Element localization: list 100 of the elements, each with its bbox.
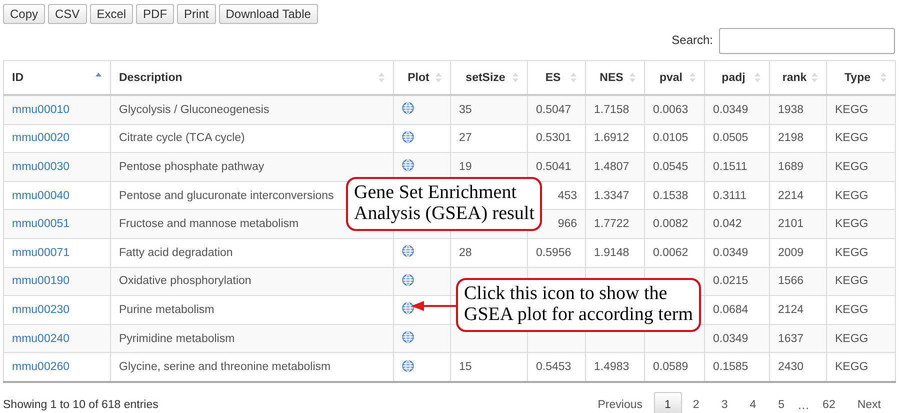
table-cell: 453 [558, 190, 577, 202]
table-cell: 1.7158 [594, 104, 630, 116]
page-link[interactable]: 5 [767, 392, 796, 413]
table-cell: KEGG [835, 190, 868, 202]
table-cell: 2101 [778, 218, 804, 230]
globe-icon[interactable] [402, 360, 414, 372]
export-button[interactable]: Copy [3, 4, 46, 24]
table-cell: Oxidative phosphorylation [119, 275, 252, 288]
column-header[interactable]: NES [600, 72, 624, 84]
table-cell: KEGG [835, 246, 868, 259]
table-cell: Purine metabolism [119, 304, 214, 316]
table-cell: 19 [459, 160, 472, 173]
table-cell: Pentose phosphate pathway [119, 160, 264, 173]
table-cell: Fructose and mannose metabolism [119, 218, 299, 230]
column-header[interactable]: pval [659, 72, 682, 84]
column-header[interactable]: Description [119, 72, 182, 84]
globe-icon[interactable] [402, 274, 414, 286]
table-cell: 2124 [778, 304, 804, 316]
table-cell: 1689 [778, 160, 804, 173]
export-button[interactable]: Download Table [218, 4, 318, 24]
table-cell: 1.9148 [594, 246, 630, 259]
page-link[interactable]: 4 [738, 392, 768, 413]
table-cell: 0.0062 [653, 246, 688, 259]
globe-icon[interactable] [402, 130, 414, 143]
sort-icon[interactable] [754, 72, 761, 83]
table-cell: KEGG [835, 104, 868, 116]
table-cell: Fatty acid degradation [119, 246, 233, 259]
table-cell: KEGG [835, 218, 868, 230]
globe-icon[interactable] [402, 331, 414, 344]
table-cell: 0.0349 [713, 246, 748, 259]
table-cell: 0.0589 [653, 361, 688, 374]
arrow [411, 301, 457, 311]
column-header[interactable]: Plot [408, 72, 430, 84]
export-button[interactable]: PDF [136, 4, 174, 24]
sort-icon[interactable] [688, 72, 696, 83]
table-cell: 0.0215 [713, 275, 748, 288]
sort-icon[interactable] [880, 72, 887, 83]
column-header[interactable]: ID [12, 72, 24, 84]
table-cell: 0.0349 [713, 332, 748, 345]
column-header[interactable]: ES [545, 72, 561, 84]
table-cell: 1.6912 [594, 132, 630, 144]
export-button[interactable]: CSV [48, 4, 87, 24]
table-cell: Glycine, serine and threonine metabolism [119, 361, 331, 374]
table-cell: 0.5301 [536, 132, 572, 144]
page-nav-link[interactable]: Next [846, 392, 892, 413]
globe-icon[interactable] [402, 159, 414, 172]
ellipsis: … [796, 398, 811, 412]
table-cell: 1.3347 [594, 190, 630, 202]
entries-info: Showing 1 to 10 of 618 entries [3, 398, 158, 411]
sort-icon[interactable] [512, 72, 519, 83]
table-cell: 28 [459, 246, 472, 259]
table-cell: 2430 [778, 361, 804, 374]
table-cell: 2009 [778, 246, 804, 259]
table-cell: 15 [459, 361, 472, 374]
sort-icon[interactable] [570, 72, 577, 83]
sort-icon[interactable] [629, 72, 636, 83]
table-cell: KEGG [835, 132, 868, 144]
globe-icon[interactable] [402, 245, 414, 258]
table-cell: 0.1511 [713, 160, 748, 173]
table-cell: 27 [459, 132, 472, 144]
table-cell: 0.0545 [653, 160, 688, 173]
column-header[interactable]: Type [844, 72, 870, 84]
callout: Gene Set Enrichment Analysis (GSEA) result [346, 177, 542, 231]
page-link[interactable]: 62 [812, 392, 846, 413]
column-header[interactable]: rank [782, 72, 807, 84]
table-cell: 0.0082 [653, 218, 688, 230]
table-cell: 1637 [778, 332, 804, 345]
sort-icon[interactable] [434, 72, 442, 83]
page-link[interactable]: 3 [710, 392, 739, 413]
sort-icon[interactable] [810, 72, 818, 83]
export-button[interactable]: Print [177, 4, 216, 24]
table-cell: 0.3111 [713, 190, 746, 202]
column-header[interactable]: setSize [466, 72, 506, 84]
table-cell: KEGG [835, 332, 868, 345]
page-link[interactable]: 2 [682, 392, 710, 413]
table-cell: Citrate cycle (TCA cycle) [119, 132, 245, 144]
table-cell: 0.5956 [536, 246, 572, 259]
export-button[interactable]: Excel [90, 4, 134, 24]
globe-icon[interactable] [402, 102, 414, 114]
table-cell: 1566 [778, 275, 804, 288]
column-header[interactable]: padj [722, 72, 746, 84]
search-label: Search: [672, 32, 713, 46]
sort-icon[interactable] [378, 72, 385, 83]
table-cell: Pyrimidine metabolism [119, 332, 235, 345]
table-cell: 0.1538 [653, 190, 688, 202]
table-cell: KEGG [835, 275, 868, 288]
table-cell: 1.4807 [594, 160, 630, 173]
page-nav-link[interactable]: Previous [586, 392, 654, 413]
page-link[interactable]: 1 [654, 392, 682, 413]
table-cell: 0.0105 [653, 132, 688, 144]
table-cell: 2214 [778, 190, 804, 202]
table-cell: 0.5453 [536, 361, 572, 374]
table-cell: 0.1585 [713, 361, 748, 374]
globe-icon[interactable] [402, 302, 414, 314]
callout: Click this icon to show the GSEA plot for according term [456, 278, 702, 332]
table-cell: 0.0505 [713, 132, 748, 144]
table-cell: KEGG [835, 304, 868, 316]
search-field[interactable] [719, 28, 895, 54]
table-cell: 0.0684 [713, 304, 748, 316]
table-cell: 35 [459, 104, 472, 116]
